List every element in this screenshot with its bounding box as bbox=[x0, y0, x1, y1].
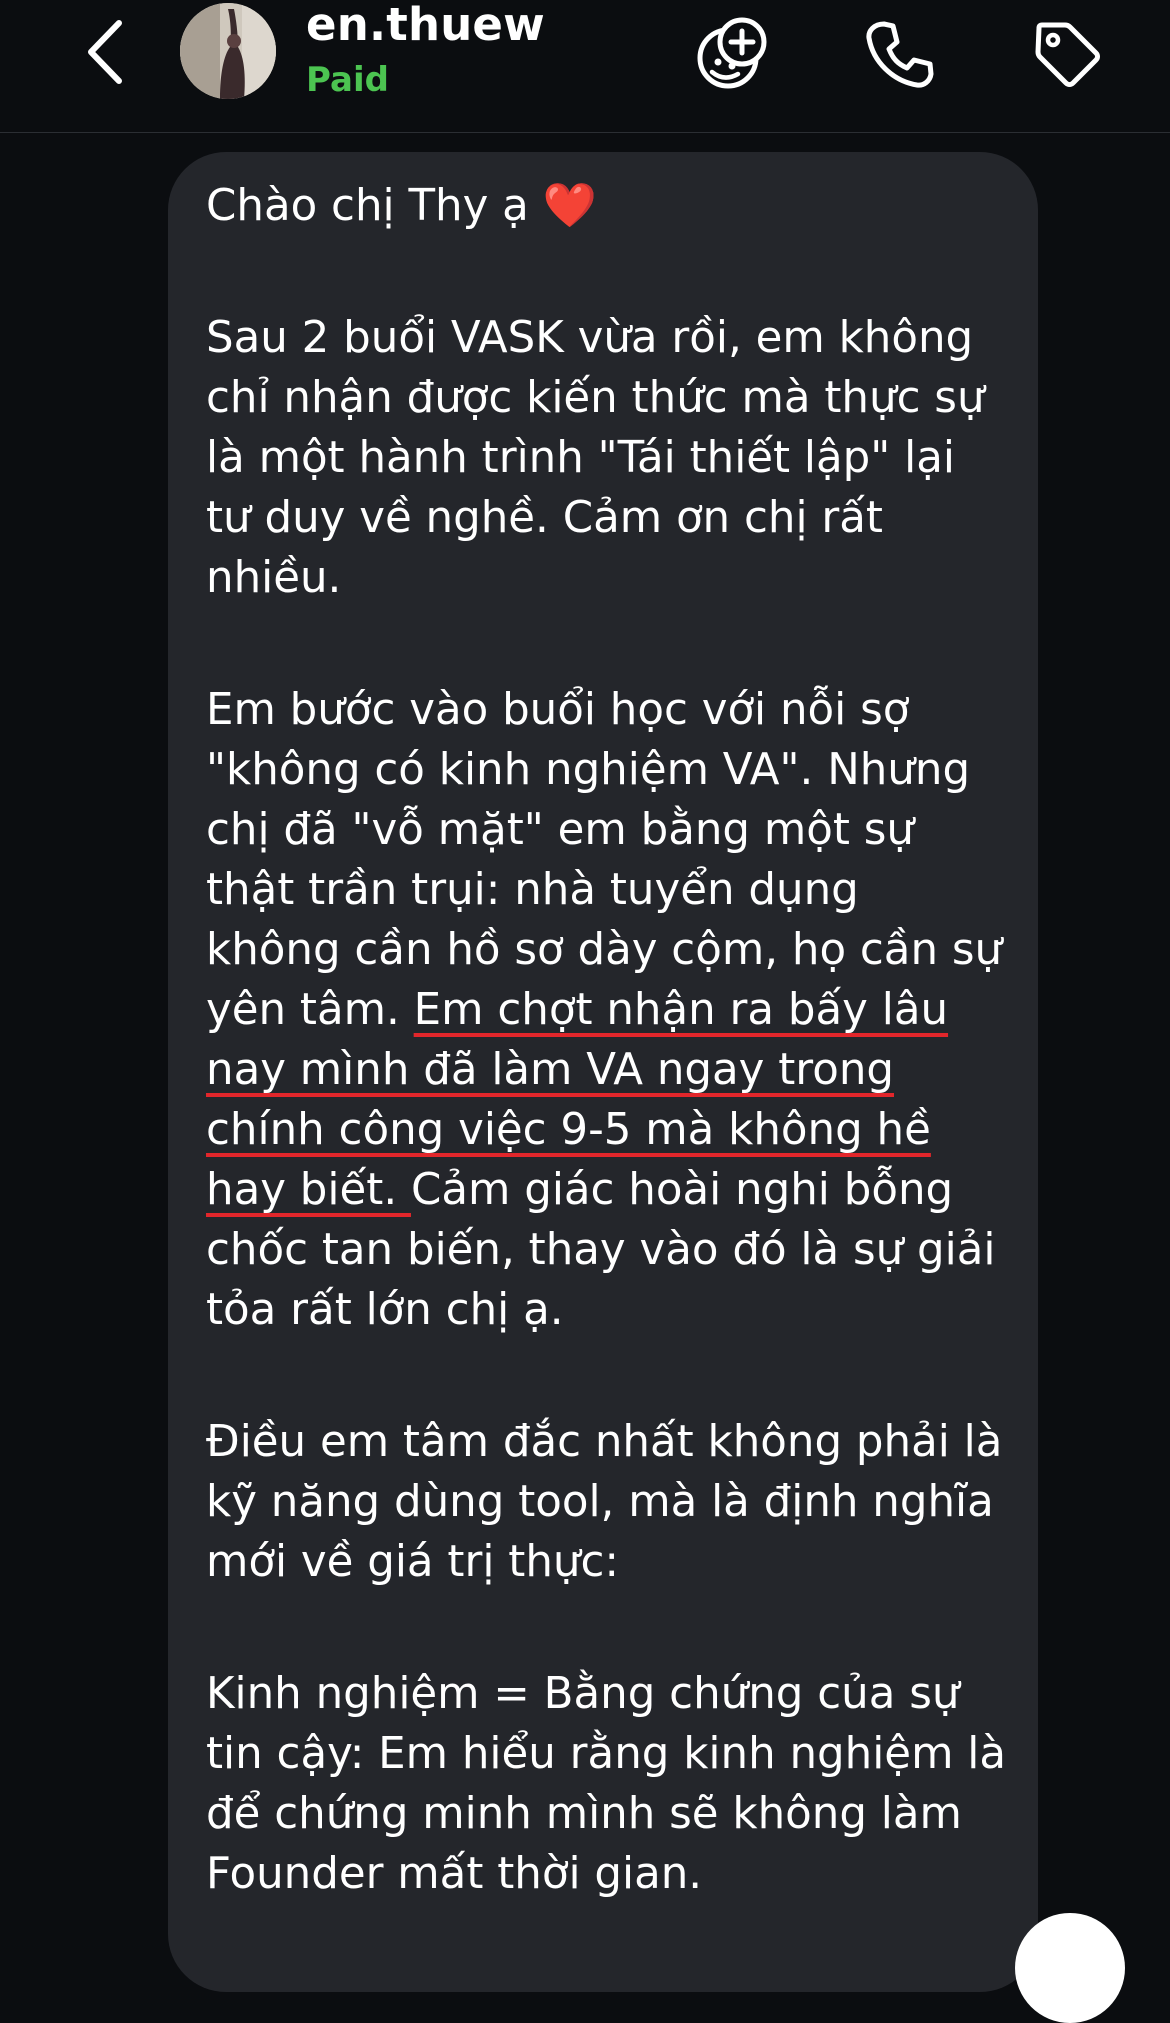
avatar[interactable] bbox=[180, 3, 276, 99]
contact-status-badge: Paid bbox=[306, 60, 389, 100]
message-paragraph-1: Sau 2 buổi VASK vừa rồi, em không chỉ nh… bbox=[206, 313, 985, 603]
paragraph-2-intro: Em bước vào buổi học với nỗi sợ "không c… bbox=[206, 685, 1003, 1035]
message-paragraph-3: Điều em tâm đắc nhất không phải là kỹ nă… bbox=[206, 1417, 1003, 1587]
message-paragraph-4: Kinh nghiệm = Bằng chứng của sự tin cậy:… bbox=[206, 1669, 1007, 1899]
call-button[interactable] bbox=[858, 12, 942, 96]
tag-icon bbox=[1035, 22, 1100, 87]
message-greeting: Chào chị Thy ạ ❤️ bbox=[206, 176, 1006, 236]
message-paragraph-2: Em bước vào buổi học với nỗi sợ "không c… bbox=[206, 680, 1006, 1340]
chevron-left-icon bbox=[88, 20, 122, 84]
group-add-button[interactable] bbox=[690, 12, 774, 96]
tag-button[interactable] bbox=[1025, 12, 1109, 96]
message-text: Chào chị Thy ạ ❤️ Sau 2 buổi VASK vừa rồ… bbox=[206, 176, 1006, 1976]
heart-emoji-icon: ❤️ bbox=[542, 181, 597, 231]
group-add-icon bbox=[697, 17, 767, 89]
avatar-photo bbox=[180, 3, 276, 99]
greeting-text: Chào chị Thy ạ bbox=[206, 181, 529, 231]
back-button[interactable] bbox=[70, 12, 140, 92]
chat-header: en.thuew Paid bbox=[0, 0, 1170, 133]
scroll-down-button[interactable] bbox=[1015, 1913, 1125, 2023]
phone-icon bbox=[866, 21, 934, 88]
contact-username[interactable]: en.thuew bbox=[306, 0, 545, 51]
